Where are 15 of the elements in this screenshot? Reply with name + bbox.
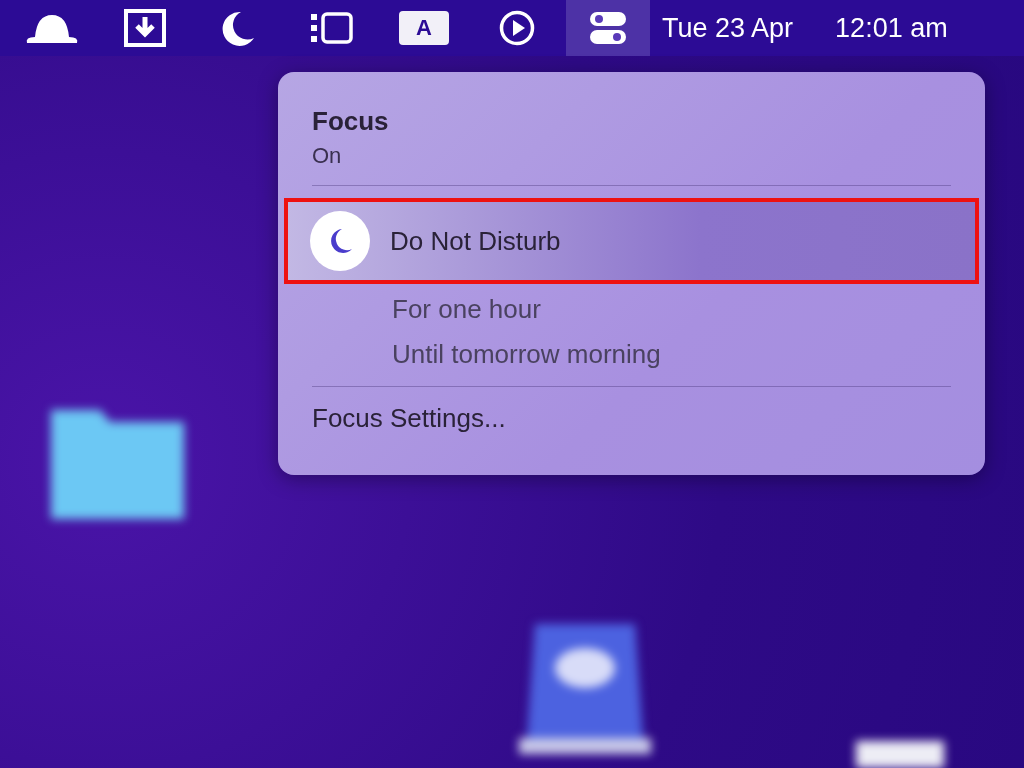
menu-bar-item[interactable]: A xyxy=(392,0,456,56)
moon-icon xyxy=(310,211,370,271)
menu-title: Focus xyxy=(312,106,390,137)
duration-option[interactable]: For one hour xyxy=(392,294,951,325)
focus-settings-item[interactable]: Focus Settings... xyxy=(312,403,951,434)
menu-bar-time[interactable]: 12:01 am xyxy=(835,12,948,44)
play-icon xyxy=(499,10,535,46)
moon-icon xyxy=(221,10,255,46)
sidebar-icon xyxy=(309,11,353,45)
toggles-icon xyxy=(588,10,628,46)
duration-option[interactable]: Until tomorrow morning xyxy=(392,339,951,370)
download-icon xyxy=(124,9,166,47)
menu-bar-date[interactable]: Tue 23 Apr xyxy=(662,12,794,44)
focus-status: On xyxy=(312,143,343,169)
menu-bar-item[interactable] xyxy=(566,0,650,56)
